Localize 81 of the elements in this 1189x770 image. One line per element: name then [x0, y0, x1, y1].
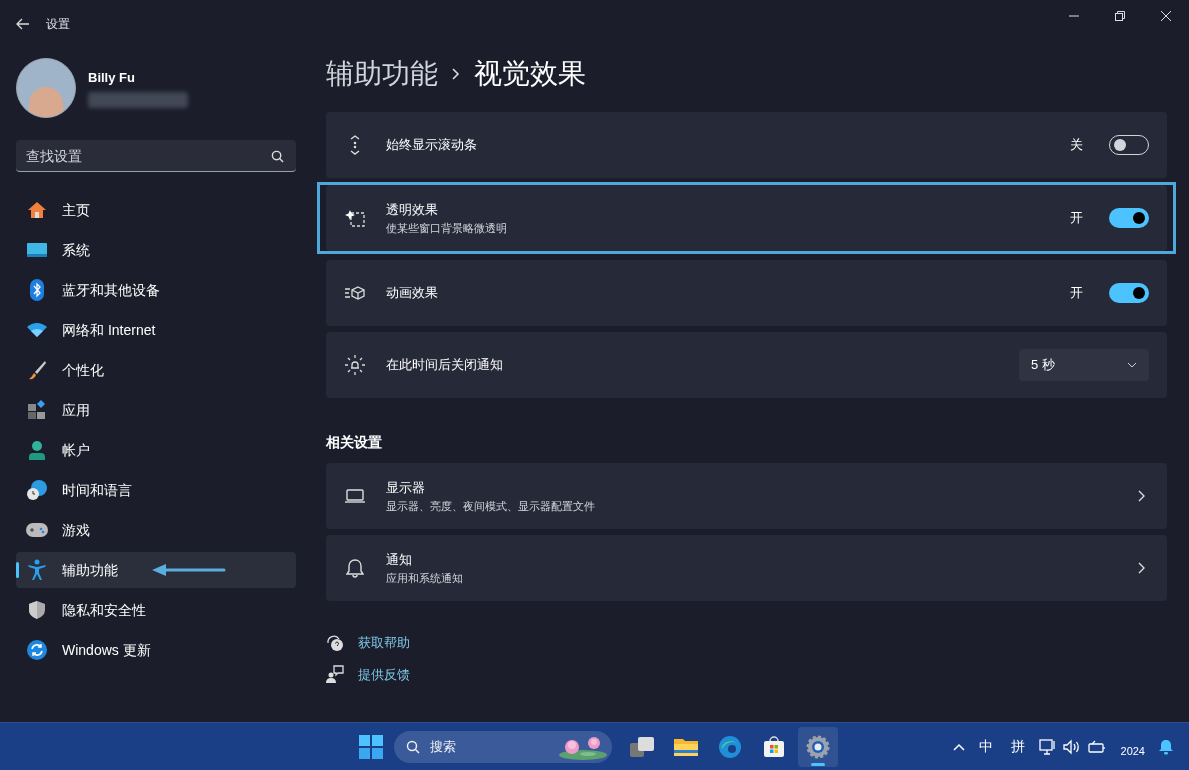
- refresh-icon: [26, 639, 48, 661]
- start-icon[interactable]: [358, 733, 384, 760]
- setting-label: 在此时间后关闭通知: [386, 356, 504, 375]
- setting-label: 透明效果: [386, 201, 439, 219]
- battery-icon: [1086, 739, 1107, 754]
- animation-icon: [344, 285, 366, 301]
- taskbar-app-button[interactable]: [798, 726, 838, 767]
- bell-icon[interactable]: [1159, 738, 1173, 755]
- setting-label: 显示器: [386, 479, 426, 497]
- bell-icon: [344, 558, 366, 578]
- help-bubble-icon: [326, 633, 344, 652]
- back-icon[interactable]: [16, 18, 30, 30]
- gear-icon: [806, 734, 830, 759]
- setting-label: 动画效果: [386, 284, 439, 303]
- sidebar-item[interactable]: 时间和语言: [16, 472, 296, 508]
- taskbar-search-field[interactable]: 搜索: [394, 730, 612, 763]
- avatar[interactable]: [16, 58, 76, 118]
- help-link[interactable]: 提供反馈: [358, 664, 410, 684]
- chevron-down-icon: [1127, 362, 1137, 368]
- clock[interactable]: 2024: [1120, 743, 1145, 760]
- apps-icon: [26, 400, 48, 420]
- dropdown[interactable]: 5 秒: [1019, 349, 1149, 381]
- close-icon: [1161, 11, 1171, 21]
- window-title: 设置: [46, 16, 70, 33]
- input-method-indicator[interactable]: 中: [978, 736, 993, 757]
- restore-icon: [1115, 11, 1125, 21]
- chevron-right-icon: [1138, 490, 1145, 502]
- toggle-state-label: 开: [1070, 284, 1083, 303]
- setting-description: 显示器、亮度、夜间模式、显示器配置文件: [386, 498, 596, 514]
- setting-description: 应用和系统通知: [386, 570, 464, 586]
- help-link[interactable]: 获取帮助: [358, 633, 410, 653]
- sun-icon: [344, 354, 366, 376]
- sidebar-item[interactable]: 帐户: [16, 432, 296, 468]
- sparkle-frame-icon: [344, 208, 366, 228]
- chevron-right-icon: [452, 68, 460, 80]
- sidebar-item[interactable]: 蓝牙和其他设备: [16, 272, 296, 308]
- house-icon: [26, 200, 48, 220]
- settings-link-card[interactable]: 显示器 显示器、亮度、夜间模式、显示器配置文件: [326, 463, 1167, 529]
- globe-clock-icon: [26, 479, 48, 501]
- minimize-icon: [1069, 15, 1079, 17]
- laptop-icon: [344, 488, 366, 504]
- section-heading: 相关设置: [326, 433, 383, 452]
- chevron-up-icon[interactable]: [952, 742, 965, 751]
- toggle-switch[interactable]: [1109, 208, 1149, 228]
- toggle-switch[interactable]: [1109, 283, 1149, 303]
- settings-link-card[interactable]: 通知 应用和系统通知: [326, 535, 1167, 601]
- setting-label: 始终显示滚动条: [386, 136, 478, 155]
- page-title: 视觉效果: [474, 57, 586, 91]
- sidebar-item[interactable]: 网络和 Internet: [16, 312, 296, 348]
- input-method-indicator[interactable]: 拼: [1010, 736, 1025, 757]
- user-name: Billy Fu: [88, 69, 136, 88]
- sidebar-item[interactable]: 隐私和安全性: [16, 592, 296, 628]
- monitor-icon: [26, 241, 48, 259]
- chevron-right-icon: [1138, 562, 1145, 574]
- wifi-icon: [26, 322, 48, 338]
- shopping-bag-icon: [762, 734, 786, 759]
- sidebar-item[interactable]: Windows 更新: [16, 632, 296, 668]
- system-tray-button[interactable]: [1038, 738, 1107, 755]
- network-icon: [1038, 738, 1057, 755]
- sidebar-item[interactable]: 游戏: [16, 512, 296, 548]
- sidebar-item[interactable]: 个性化: [16, 352, 296, 388]
- search-field[interactable]: 查找设置: [16, 140, 296, 172]
- search-icon: [271, 150, 284, 163]
- person-feedback-icon: [326, 665, 344, 684]
- shield-icon: [26, 600, 48, 620]
- breadcrumb-link[interactable]: 辅助功能: [326, 53, 438, 95]
- toggle-state-label: 开: [1070, 209, 1083, 228]
- accessibility-icon: [26, 559, 48, 581]
- toggle-state-label: 关: [1070, 136, 1083, 155]
- sidebar-item[interactable]: 应用: [16, 392, 296, 428]
- task-view-icon: [629, 734, 655, 759]
- sidebar-item[interactable]: 辅助功能: [16, 552, 296, 588]
- setting-description: 使某些窗口背景略微透明: [386, 220, 508, 236]
- setting-label: 通知: [386, 551, 413, 569]
- sidebar-item[interactable]: 主页: [16, 192, 296, 228]
- gamepad-icon: [26, 523, 48, 537]
- browser-icon: [718, 734, 742, 759]
- sidebar-item[interactable]: 系统: [16, 232, 296, 268]
- search-icon: [406, 739, 420, 754]
- volume-icon: [1062, 738, 1081, 755]
- person-icon: [26, 440, 48, 460]
